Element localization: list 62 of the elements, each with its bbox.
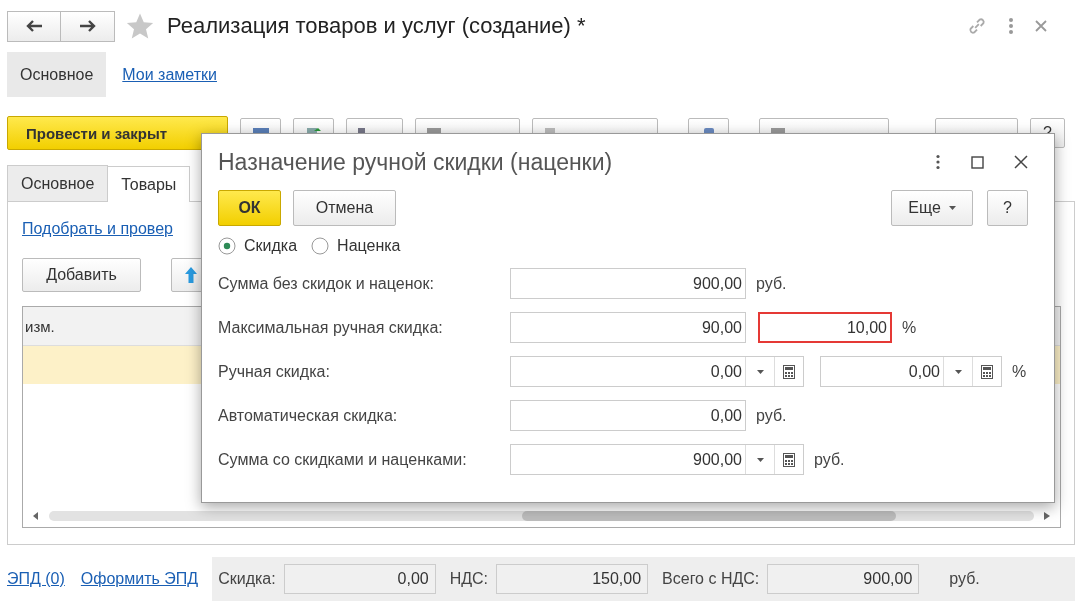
back-button[interactable] — [7, 10, 61, 42]
field-label: Максимальная ручная скидка: — [218, 318, 444, 337]
caret-icon — [948, 206, 956, 210]
footer-link[interactable]: ЭПД (0) — [7, 570, 65, 588]
unit-label: % — [902, 318, 917, 337]
radio-option[interactable]: Наценка — [311, 237, 401, 255]
section-tab[interactable]: Основное — [7, 52, 107, 97]
caret-icon — [756, 369, 764, 374]
total-label: Всего с НДС: — [662, 570, 760, 588]
field-label: Сумма без скидок и наценок: — [218, 274, 435, 293]
total-field: 0,00 — [283, 564, 436, 594]
total-field: 900,00 — [767, 564, 920, 594]
forward-button[interactable] — [61, 10, 115, 42]
form-tab[interactable]: Товары — [107, 166, 191, 202]
link-icon[interactable] — [966, 15, 988, 37]
radio-option[interactable]: Скидка — [218, 237, 298, 255]
caret-icon — [954, 369, 962, 374]
close-icon[interactable] — [1014, 155, 1028, 169]
amount-field[interactable]: 900,00 — [510, 444, 804, 475]
help-button[interactable]: ? — [987, 190, 1028, 226]
window-title: Реализация товаров и услуг (создание) * — [167, 13, 586, 39]
unit-label: руб. — [814, 450, 845, 469]
cancel-button[interactable]: Отмена — [293, 190, 396, 226]
scrollbar-thumb[interactable] — [521, 511, 897, 521]
caret-icon — [756, 457, 764, 462]
amount-field[interactable]: 900,00 — [510, 268, 746, 299]
footer-link[interactable]: Оформить ЭПД — [80, 570, 199, 588]
more-icon[interactable] — [935, 154, 941, 170]
arrow-right-icon — [78, 19, 97, 33]
radio-icon[interactable] — [218, 237, 236, 255]
radio-icon[interactable] — [311, 237, 330, 255]
arrow-left-icon — [25, 19, 43, 33]
amount-field[interactable]: 0,00 — [510, 400, 746, 431]
unit-label: руб. — [756, 406, 787, 425]
pick-link[interactable]: Подобрать и провер — [22, 220, 173, 238]
unit-label: руб. — [756, 274, 787, 293]
total-field: 150,00 — [496, 564, 649, 594]
ok-button[interactable]: ОК — [218, 190, 281, 226]
amount-field[interactable]: 0,00 — [510, 356, 804, 387]
amount-field[interactable]: 90,00 — [510, 312, 746, 343]
field-label: Автоматическая скидка: — [218, 406, 399, 425]
post-and-close-button[interactable]: Провести и закрыт — [7, 116, 228, 150]
calculator-icon — [783, 452, 795, 467]
maximize-icon[interactable] — [971, 155, 984, 169]
calculator-icon — [783, 364, 795, 379]
total-label: Скидка: — [218, 570, 276, 588]
field-label: Сумма со скидками и наценками: — [218, 450, 468, 469]
scroll-right-icon[interactable] — [1044, 512, 1050, 520]
dialog-title: Назначение ручной скидки (наценки) — [218, 148, 613, 176]
currency-label: руб. — [949, 570, 980, 588]
field-label: Ручная скидка: — [218, 362, 331, 381]
amount-field[interactable]: 0,00 — [820, 356, 1002, 387]
amount-field[interactable]: 10,00 — [758, 312, 892, 343]
more-button[interactable]: Еще — [891, 190, 973, 226]
arrow-up-icon — [184, 266, 198, 284]
section-tab[interactable]: Мои заметки — [114, 52, 225, 97]
calculator-icon — [981, 364, 993, 379]
unit-label: % — [1012, 362, 1027, 381]
form-tab[interactable]: Основное — [7, 165, 109, 201]
total-label: НДС: — [449, 570, 489, 588]
scroll-left-icon[interactable] — [33, 512, 39, 520]
add-button[interactable]: Добавить — [22, 258, 141, 292]
